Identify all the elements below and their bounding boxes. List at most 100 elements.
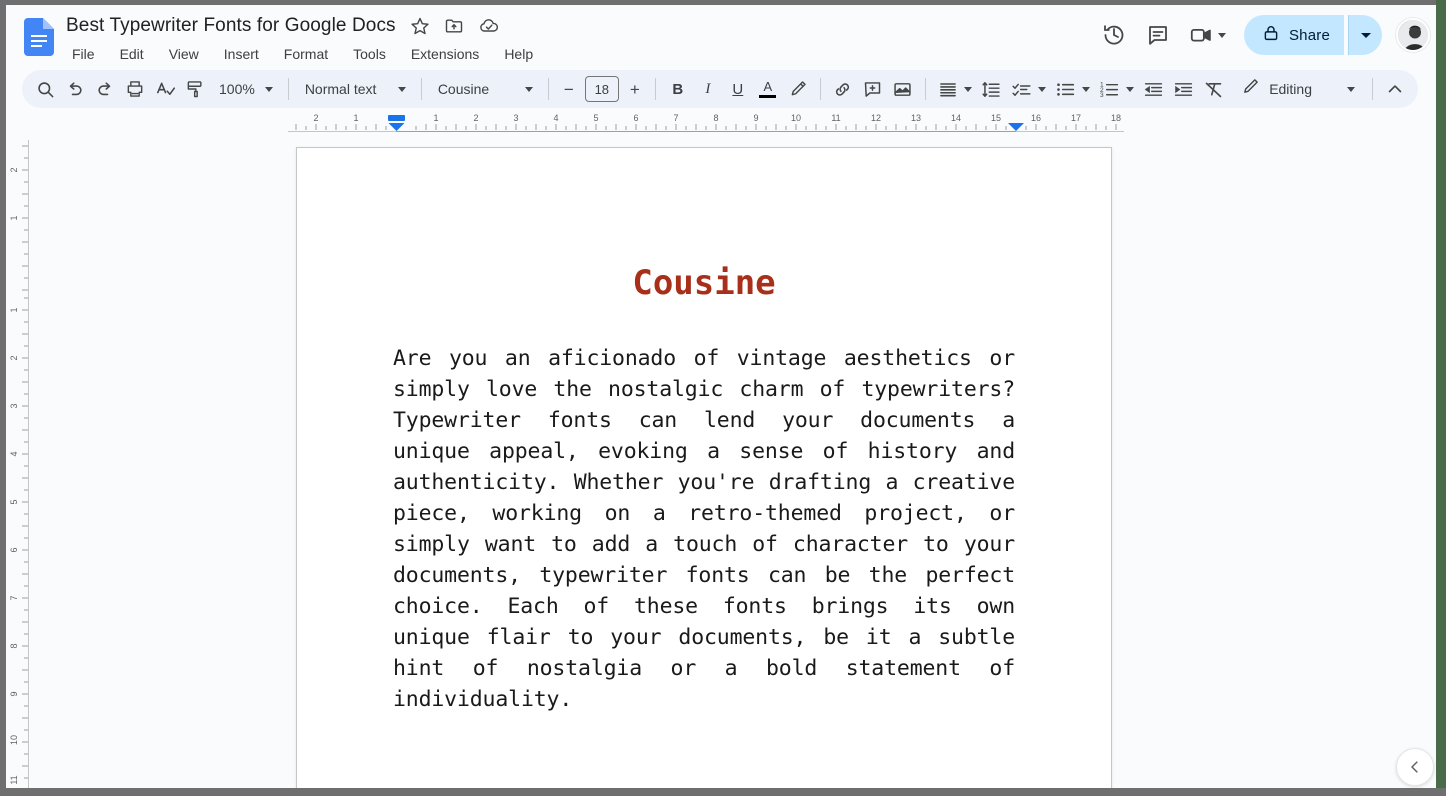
insert-image-icon[interactable] bbox=[888, 74, 918, 104]
paragraph-style-dropdown[interactable]: Normal text bbox=[296, 74, 414, 104]
underline-button[interactable]: U bbox=[723, 74, 753, 104]
version-history-icon[interactable] bbox=[1094, 15, 1134, 55]
checklist-icon[interactable] bbox=[1007, 74, 1037, 104]
svg-text:9: 9 bbox=[9, 691, 19, 696]
avatar[interactable] bbox=[1396, 18, 1430, 52]
document-canvas[interactable]: Cousine Are you an aficionado of vintage… bbox=[30, 134, 1436, 788]
svg-text:12: 12 bbox=[871, 113, 881, 123]
svg-text:13: 13 bbox=[911, 113, 921, 123]
svg-text:10: 10 bbox=[9, 735, 19, 745]
document-title-row: Best Typewriter Fonts for Google Docs bbox=[66, 15, 498, 37]
menu-item-extensions[interactable]: Extensions bbox=[407, 45, 483, 63]
menu-item-format[interactable]: Format bbox=[280, 45, 332, 63]
document-heading[interactable]: Cousine bbox=[393, 262, 1015, 305]
bold-button[interactable]: B bbox=[663, 74, 693, 104]
svg-text:2: 2 bbox=[473, 113, 478, 123]
meet-chevron-down-icon[interactable] bbox=[1217, 32, 1226, 38]
comment-history-icon[interactable] bbox=[1138, 15, 1178, 55]
svg-text:4: 4 bbox=[9, 451, 19, 456]
svg-text:17: 17 bbox=[1071, 113, 1081, 123]
formatting-toolbar: 100% Normal text Cousine − + B I U A bbox=[22, 70, 1418, 108]
move-to-folder-icon[interactable] bbox=[444, 16, 464, 36]
line-spacing-icon[interactable] bbox=[977, 74, 1007, 104]
window-bottom-edge bbox=[0, 788, 1446, 796]
menu-item-file[interactable]: File bbox=[68, 45, 99, 63]
menu-item-tools[interactable]: Tools bbox=[349, 45, 390, 63]
bulleted-list-icon[interactable] bbox=[1051, 74, 1081, 104]
decrease-indent-icon[interactable] bbox=[1139, 74, 1169, 104]
pencil-icon bbox=[1241, 77, 1260, 101]
share-button[interactable]: Share bbox=[1243, 15, 1344, 55]
font-size-stepper: − + bbox=[556, 76, 648, 102]
vertical-ruler[interactable]: 2 1 1 2 3 4 5 6 7 8 9 10 11 bbox=[6, 140, 30, 790]
increase-font-size-button[interactable]: + bbox=[622, 76, 648, 102]
document-title[interactable]: Best Typewriter Fonts for Google Docs bbox=[66, 15, 396, 37]
menu-item-view[interactable]: View bbox=[165, 45, 203, 63]
font-family-dropdown[interactable]: Cousine bbox=[429, 74, 541, 104]
collapse-toolbar-chevron-up-icon[interactable] bbox=[1380, 74, 1410, 104]
document-paragraph[interactable]: Are you an aficionado of vintage aesthet… bbox=[393, 343, 1015, 715]
paragraph-style-value: Normal text bbox=[304, 81, 377, 97]
menu-bar: File Edit View Insert Format Tools Exten… bbox=[68, 45, 537, 63]
svg-text:6: 6 bbox=[633, 113, 638, 123]
redo-icon[interactable] bbox=[90, 74, 120, 104]
insert-link-icon[interactable] bbox=[828, 74, 858, 104]
window-right-edge bbox=[1436, 0, 1446, 796]
meet-camera-icon[interactable] bbox=[1182, 15, 1222, 55]
svg-text:18: 18 bbox=[1111, 113, 1121, 123]
paint-format-icon[interactable] bbox=[180, 74, 210, 104]
svg-text:4: 4 bbox=[553, 113, 558, 123]
star-icon[interactable] bbox=[410, 16, 430, 36]
spellcheck-icon[interactable] bbox=[150, 74, 180, 104]
bulleted-list-chevron-down-icon[interactable] bbox=[1081, 86, 1090, 92]
svg-text:1: 1 bbox=[433, 113, 438, 123]
cloud-saved-icon[interactable] bbox=[478, 16, 498, 36]
numbered-list-chevron-down-icon[interactable] bbox=[1125, 86, 1134, 92]
svg-text:2: 2 bbox=[9, 355, 19, 360]
font-size-input[interactable] bbox=[584, 76, 619, 102]
share-label: Share bbox=[1288, 26, 1330, 44]
editing-mode-dropdown[interactable]: Editing bbox=[1233, 74, 1365, 104]
numbered-list-icon[interactable]: 1 2 3 bbox=[1095, 74, 1125, 104]
decrease-font-size-button[interactable]: − bbox=[556, 76, 582, 102]
menu-item-edit[interactable]: Edit bbox=[116, 45, 148, 63]
increase-indent-icon[interactable] bbox=[1169, 74, 1199, 104]
add-comment-icon[interactable] bbox=[858, 74, 888, 104]
italic-button[interactable]: I bbox=[693, 74, 723, 104]
menu-item-insert[interactable]: Insert bbox=[220, 45, 263, 63]
document-page[interactable]: Cousine Are you an aficionado of vintage… bbox=[296, 147, 1112, 788]
menu-item-help[interactable]: Help bbox=[500, 45, 537, 63]
text-color-button[interactable]: A bbox=[753, 74, 783, 104]
google-docs-logo-icon bbox=[24, 18, 54, 56]
svg-text:15: 15 bbox=[991, 113, 1001, 123]
clear-formatting-icon[interactable] bbox=[1199, 74, 1229, 104]
svg-text:11: 11 bbox=[9, 775, 19, 784]
svg-text:3: 3 bbox=[513, 113, 518, 123]
toolbar-divider bbox=[819, 78, 821, 100]
checklist-chevron-down-icon[interactable] bbox=[1037, 86, 1046, 92]
share-options-chevron-down-icon[interactable] bbox=[1348, 15, 1382, 55]
toolbar-divider bbox=[420, 78, 422, 100]
lock-icon bbox=[1262, 24, 1280, 47]
toolbar-divider bbox=[1372, 78, 1373, 100]
meet-control bbox=[1182, 15, 1234, 55]
align-justify-icon[interactable] bbox=[933, 74, 963, 104]
align-chevron-down-icon[interactable] bbox=[963, 86, 972, 92]
svg-text:8: 8 bbox=[713, 113, 718, 123]
undo-icon[interactable] bbox=[60, 74, 90, 104]
search-icon[interactable] bbox=[30, 74, 60, 104]
highlight-pen-icon[interactable] bbox=[783, 74, 813, 104]
toolbar-divider bbox=[924, 78, 926, 100]
print-icon[interactable] bbox=[120, 74, 150, 104]
svg-text:3: 3 bbox=[1100, 91, 1104, 98]
svg-text:1: 1 bbox=[9, 215, 19, 220]
zoom-value: 100% bbox=[219, 81, 255, 97]
toolbar-divider bbox=[547, 78, 549, 100]
horizontal-ruler[interactable]: 21 123 456 789 10 11 12 13 14 15 16 17 18 bbox=[288, 112, 1124, 134]
expand-side-panel-chevron-left-icon[interactable] bbox=[1396, 748, 1434, 786]
svg-text:5: 5 bbox=[9, 499, 19, 504]
zoom-dropdown[interactable]: 100% bbox=[210, 74, 281, 104]
toolbar-divider bbox=[287, 78, 289, 100]
svg-text:2: 2 bbox=[313, 113, 318, 123]
font-family-value: Cousine bbox=[437, 81, 490, 97]
